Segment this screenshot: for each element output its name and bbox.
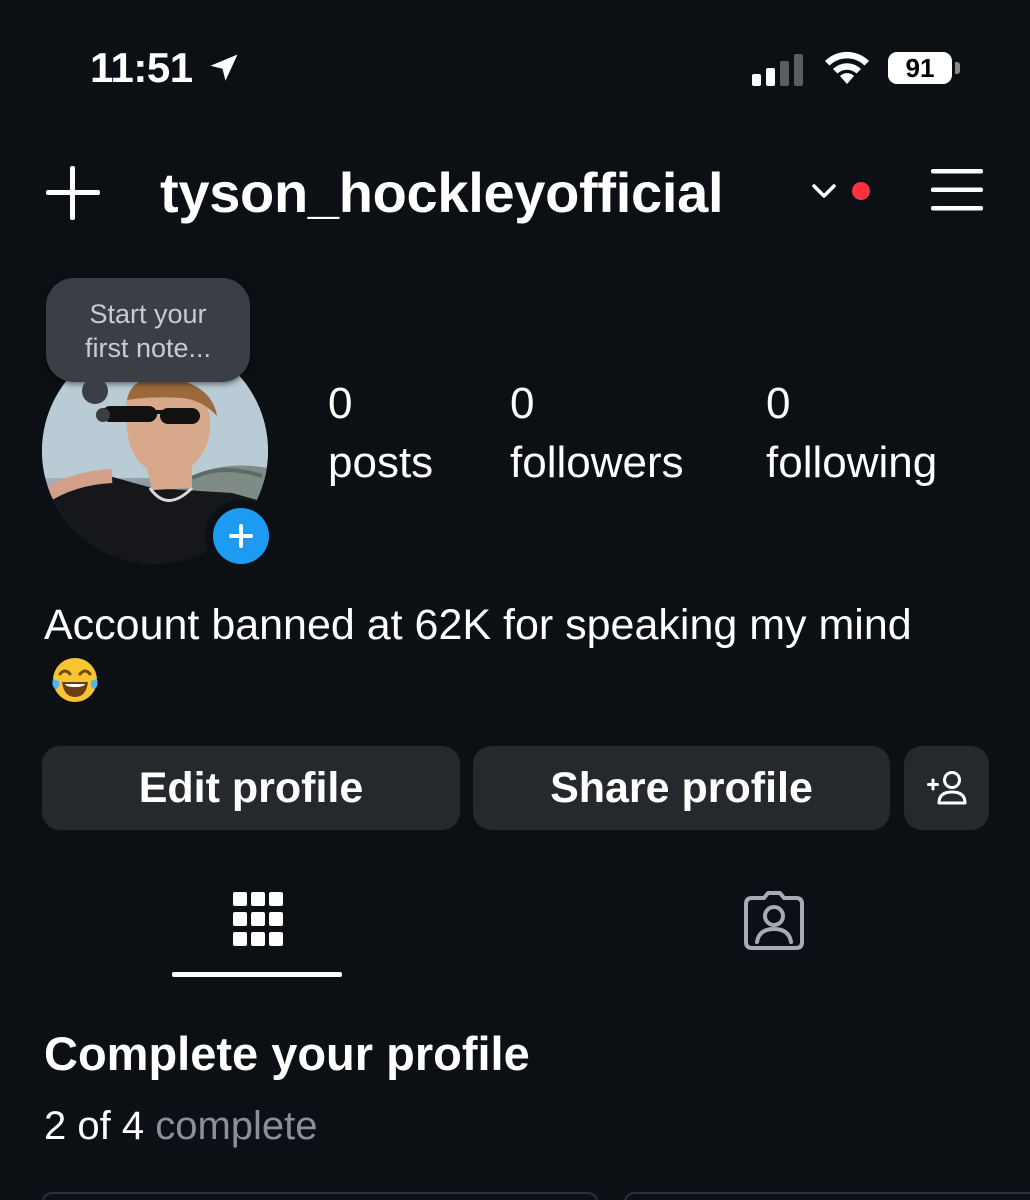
share-profile-button[interactable]: Share profile bbox=[473, 746, 890, 830]
edit-profile-button[interactable]: Edit profile bbox=[42, 746, 460, 830]
tagged-person-icon[interactable] bbox=[742, 890, 806, 952]
plus-icon[interactable] bbox=[44, 164, 102, 222]
add-story-plus-icon bbox=[213, 508, 269, 564]
profile-task-card[interactable] bbox=[624, 1192, 1030, 1200]
complete-profile-title: Complete your profile bbox=[44, 1027, 530, 1080]
face-with-tears-of-joy-icon bbox=[52, 658, 98, 702]
note-line-2: first note... bbox=[84, 333, 212, 363]
note-bubble-tail bbox=[82, 378, 108, 404]
posts-count: 0 bbox=[328, 379, 353, 428]
chevron-down-icon[interactable] bbox=[810, 180, 838, 202]
followers-label: followers bbox=[510, 438, 684, 487]
posts-stat: 0 posts bbox=[328, 378, 433, 490]
active-tab-indicator bbox=[172, 972, 342, 977]
notification-dot bbox=[852, 182, 870, 200]
battery-nub bbox=[955, 62, 960, 74]
username-switcher[interactable]: tyson_hockleyofficial bbox=[160, 160, 724, 225]
complete-profile-progress: 2 of 4 complete bbox=[44, 1104, 318, 1149]
bio-text: Account banned at 62K for speaking my mi… bbox=[44, 601, 912, 649]
grid-icon[interactable] bbox=[232, 890, 284, 950]
location-arrow-icon bbox=[210, 54, 238, 81]
followers-count: 0 bbox=[510, 379, 535, 428]
hamburger-menu-icon[interactable] bbox=[930, 166, 984, 214]
status-time: 11:51 bbox=[90, 44, 193, 91]
bio: Account banned at 62K for speaking my mi… bbox=[44, 596, 944, 712]
cellular-signal-icon bbox=[752, 54, 803, 86]
following-stat[interactable]: 0 following bbox=[766, 378, 937, 490]
note-bubble-tail-small bbox=[96, 408, 110, 422]
progress-count: 2 of 4 bbox=[44, 1104, 145, 1148]
battery-icon: 91 bbox=[888, 52, 952, 84]
add-person-icon bbox=[926, 771, 966, 805]
note-bubble[interactable]: Start your first note... bbox=[46, 278, 250, 382]
progress-suffix: complete bbox=[155, 1104, 318, 1148]
posts-label: posts bbox=[328, 438, 434, 487]
following-label: following bbox=[766, 438, 938, 487]
add-story-button[interactable] bbox=[205, 500, 277, 572]
following-count: 0 bbox=[766, 379, 791, 428]
wifi-icon bbox=[825, 51, 869, 84]
add-user-button[interactable] bbox=[904, 746, 989, 830]
profile-screen: 11:51 91 tyson_hockleyofficial Start you… bbox=[0, 0, 1030, 1200]
followers-stat[interactable]: 0 followers bbox=[510, 378, 684, 490]
profile-task-card[interactable] bbox=[42, 1192, 598, 1200]
note-line-1: Start your bbox=[89, 299, 207, 329]
